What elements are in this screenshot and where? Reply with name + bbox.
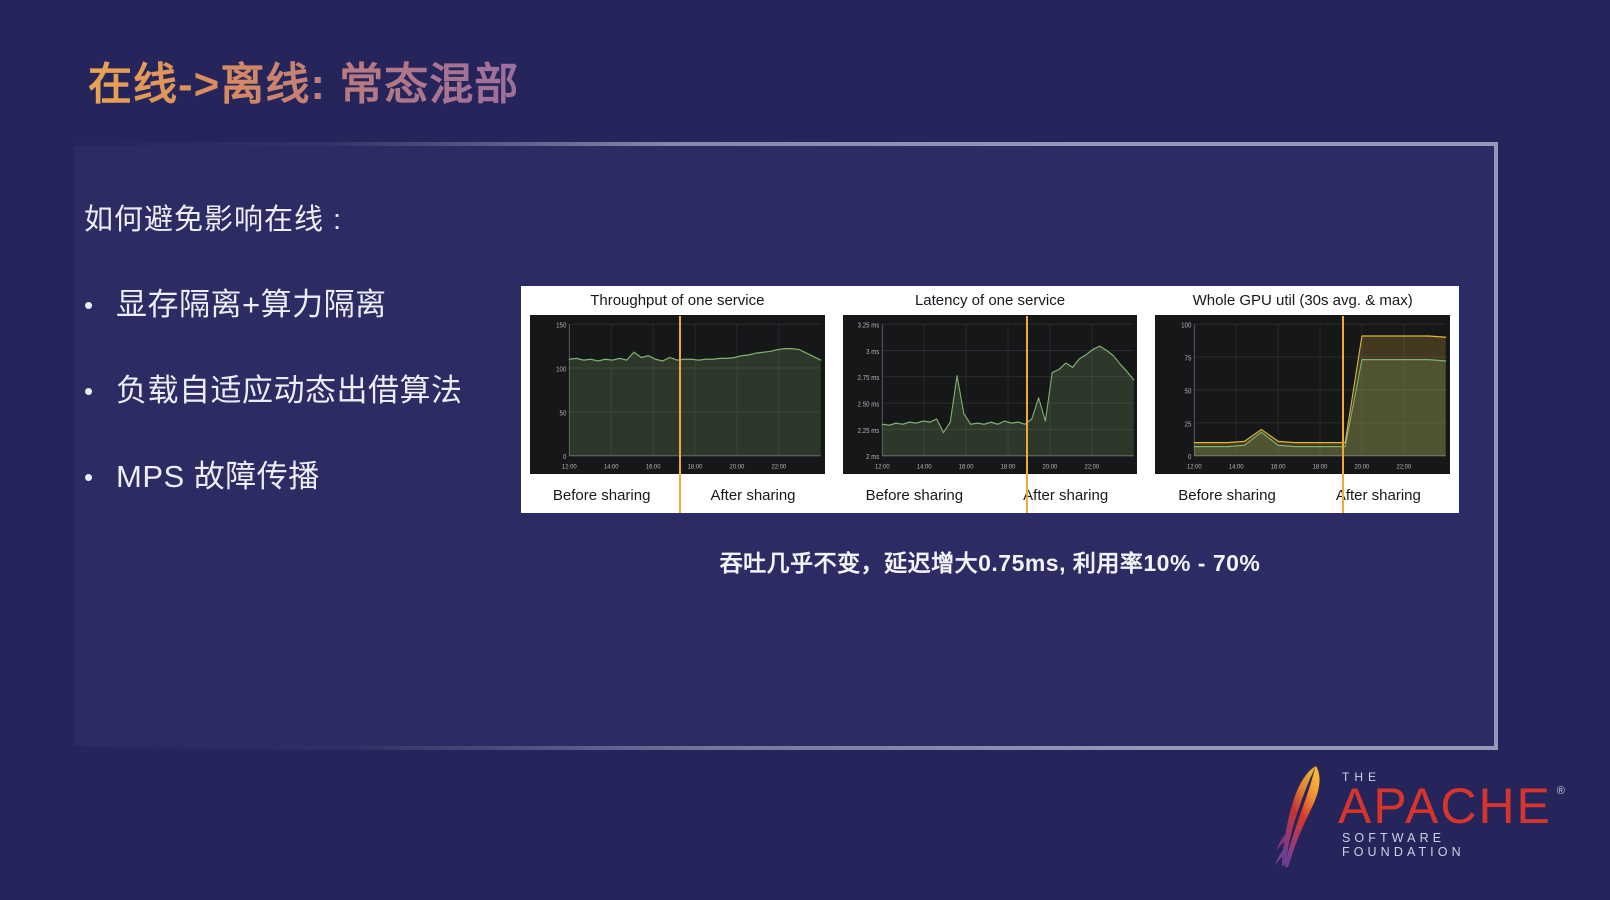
logo-apache-label: APACHE [1338,777,1552,834]
svg-text:22:00: 22:00 [1397,463,1412,470]
svg-text:22:00: 22:00 [771,463,786,470]
legend-before: Before sharing [552,486,651,504]
svg-text:20:00: 20:00 [1355,463,1370,470]
chart-legend: Before sharing After sharing [839,481,1142,509]
svg-text:20:00: 20:00 [730,463,745,470]
svg-text:2.25 ms: 2.25 ms [857,428,879,435]
content-frame: 如何避免影响在线 : • 显存隔离+算力隔离 • 负载自适应动态出借算法 • M… [74,142,1498,750]
frame-right-rule [1494,142,1498,750]
svg-text:12:00: 12:00 [562,463,577,470]
svg-text:20:00: 20:00 [1042,463,1057,470]
svg-text:50: 50 [560,410,567,417]
registered-trademark-icon: ® [1556,784,1565,797]
split-marker-line [1341,316,1344,513]
svg-text:14:00: 14:00 [604,463,619,470]
split-marker-line [1025,316,1028,513]
svg-text:12:00: 12:00 [1187,463,1202,470]
frame-bottom-rule [74,746,1498,750]
svg-text:2.75 ms: 2.75 ms [857,375,879,382]
legend-after: After sharing [710,486,796,504]
chart-title: Throughput of one service [590,292,765,309]
list-item: • 负载自适应动态出借算法 [84,372,534,410]
logo-foundation-text: SOFTWARE FOUNDATION [1342,830,1465,859]
chart-title: Whole GPU util (30s avg. & max) [1192,292,1413,309]
bullet-label: 显存隔离+算力隔离 [116,287,387,322]
svg-text:14:00: 14:00 [1229,463,1244,470]
svg-text:16:00: 16:00 [646,463,661,470]
svg-text:16:00: 16:00 [1271,463,1286,470]
legend-after: After sharing [1023,486,1109,504]
chart-title: Latency of one service [914,292,1066,309]
metrics-figure: Throughput of one service 0 50 100 150 12:00… [521,286,1459,513]
svg-text:2.50 ms: 2.50 ms [857,401,879,408]
chart-plot-area: 2 ms 2.25 ms 2.50 ms 2.75 ms 3 ms 3.25 ms 12:0… [842,315,1138,474]
chart-legend: Before sharing After sharing [1151,481,1454,509]
chart-panel-gpu-util: Whole GPU util (30s avg. & max) 0 25 50 75 1… [1146,286,1459,513]
bullet-dot-icon: • [84,376,94,406]
svg-text:25: 25 [1185,421,1192,428]
svg-text:18:00: 18:00 [1313,463,1328,470]
intro-text: 如何避免影响在线 : [84,204,343,236]
list-item: • MPS 故障传播 [84,458,534,496]
logo-wordmark: THE APACHE ® SOFTWARE FOUNDATION [1338,770,1565,859]
chart-legend: Before sharing After sharing [526,481,829,509]
svg-text:18:00: 18:00 [1000,463,1015,470]
apache-logo: THE APACHE ® SOFTWARE FOUNDATION [1272,760,1565,868]
svg-text:75: 75 [1185,355,1192,362]
chart-panel-latency: Latency of one service 2 ms 2.25 ms 2.50 m… [834,286,1147,513]
svg-text:2 ms: 2 ms [866,454,880,461]
legend-before: Before sharing [865,486,964,504]
bullet-column: 如何避免影响在线 : • 显存隔离+算力隔离 • 负载自适应动态出借算法 • M… [84,196,534,544]
bullet-dot-icon: • [84,462,94,492]
svg-text:3.25 ms: 3.25 ms [857,322,879,329]
svg-text:18:00: 18:00 [688,463,703,470]
chart-panel-throughput: Throughput of one service 0 50 100 150 12:00… [521,286,834,513]
svg-text:0: 0 [563,454,567,461]
split-marker-line [678,316,681,513]
bullet-label: 负载自适应动态出借算法 [116,373,463,408]
feather-icon [1272,760,1332,868]
bullet-label: MPS 故障传播 [116,459,320,494]
svg-text:100: 100 [556,366,566,373]
bullet-dot-icon: • [84,290,94,320]
content-panel: 如何避免影响在线 : • 显存隔离+算力隔离 • 负载自适应动态出借算法 • M… [74,146,1494,746]
page-title: 在线->离线: 常态混部 [88,48,519,112]
chart-plot-area: 0 25 50 75 100 12:00 14:00 16:00 18:00 20:00 22:00 [1155,315,1451,474]
svg-text:3 ms: 3 ms [866,348,880,355]
legend-after: After sharing [1335,486,1421,504]
chart-plot-area: 0 50 100 150 12:00 14:00 16:00 18:00 20:00 22:00 [530,315,825,474]
logo-apache-text: APACHE ® [1338,781,1565,831]
legend-before: Before sharing [1178,486,1276,504]
svg-text:50: 50 [1185,388,1192,395]
svg-text:22:00: 22:00 [1084,463,1099,470]
svg-text:100: 100 [1182,322,1192,329]
svg-text:0: 0 [1188,454,1192,461]
svg-text:150: 150 [556,322,566,329]
figure-caption: 吞吐几乎不变，延迟增大0.75ms, 利用率10% - 70% [719,550,1261,576]
list-item: • 显存隔离+算力隔离 [84,286,534,324]
svg-text:16:00: 16:00 [958,463,973,470]
svg-text:12:00: 12:00 [875,463,890,470]
svg-text:14:00: 14:00 [917,463,932,470]
